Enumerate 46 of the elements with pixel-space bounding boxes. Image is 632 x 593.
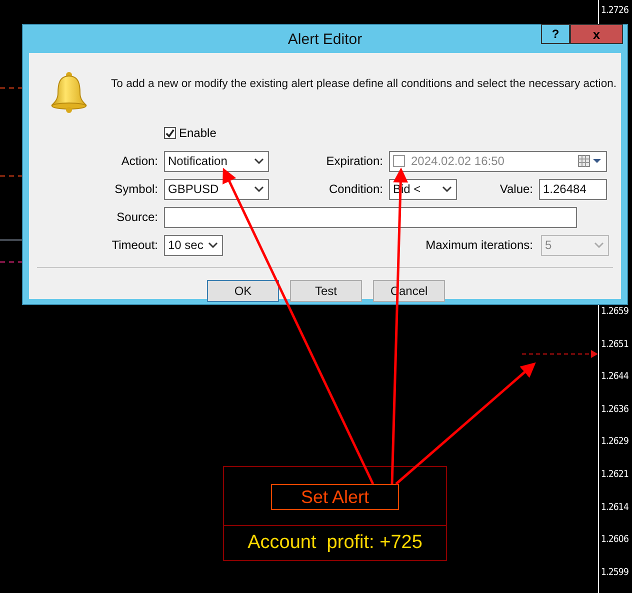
value-field[interactable]: 1.26484 bbox=[539, 178, 607, 200]
symbol-dropdown[interactable]: GBPUSD bbox=[164, 178, 269, 200]
price-level-line bbox=[0, 261, 22, 263]
timeout-dropdown[interactable]: 10 sec bbox=[164, 234, 223, 256]
price-label: 1.2644 bbox=[601, 371, 628, 384]
source-label: Source: bbox=[116, 210, 158, 224]
expiration-checkbox[interactable] bbox=[393, 155, 405, 167]
enable-label: Enable bbox=[179, 126, 216, 140]
price-label: 1.2726 bbox=[601, 5, 628, 17]
price-level-line bbox=[0, 239, 22, 241]
price-label: 1.2636 bbox=[601, 404, 628, 416]
price-label: 1.2629 bbox=[601, 436, 628, 448]
price-label: 1.2621 bbox=[601, 469, 628, 481]
chevron-icon bbox=[254, 186, 264, 192]
chevron-icon bbox=[254, 158, 264, 164]
price-label: 1.2659 bbox=[601, 306, 628, 318]
price-label: 1.2651 bbox=[601, 338, 628, 351]
window-title: Alert Editor bbox=[288, 30, 362, 48]
close-button[interactable]: x bbox=[570, 24, 623, 44]
symbol-label: Symbol: bbox=[114, 182, 158, 196]
chevron-icon bbox=[594, 242, 604, 248]
dialog-button[interactable]: Test bbox=[290, 280, 362, 302]
timeout-label: Timeout: bbox=[110, 238, 158, 252]
condition-label: Condition: bbox=[328, 182, 383, 196]
instruction-text: To add a new or modify the existing alert please define all conditions and select the necessary action. bbox=[111, 78, 617, 90]
price-level-line bbox=[0, 175, 22, 177]
value-label: Value: bbox=[498, 182, 533, 196]
chevron-icon bbox=[442, 186, 452, 192]
price-level-line bbox=[0, 87, 22, 89]
help-button[interactable]: ? bbox=[541, 24, 570, 44]
bell-icon bbox=[49, 71, 89, 113]
max-iterations-label: Maximum iterations: bbox=[424, 238, 533, 252]
expiration-label: Expiration: bbox=[325, 154, 383, 168]
expiration-field[interactable]: 2024.02.02 16:50 bbox=[389, 150, 607, 172]
action-label: Action: bbox=[120, 154, 158, 168]
chevron-icon bbox=[208, 242, 218, 248]
source-field[interactable] bbox=[164, 206, 577, 228]
action-dropdown[interactable]: Notification bbox=[164, 150, 269, 172]
calendar-icon[interactable] bbox=[578, 155, 602, 167]
set-alert-button[interactable]: Set Alert bbox=[271, 484, 399, 510]
price-label: 1.2606 bbox=[601, 534, 628, 546]
account-profit-text: Account profit: +725 bbox=[248, 532, 422, 554]
dialog-button[interactable]: OK bbox=[207, 280, 279, 302]
enable-checkbox[interactable] bbox=[164, 127, 176, 139]
price-label: 1.2614 bbox=[601, 502, 628, 514]
price-label: 1.2599 bbox=[601, 566, 628, 579]
